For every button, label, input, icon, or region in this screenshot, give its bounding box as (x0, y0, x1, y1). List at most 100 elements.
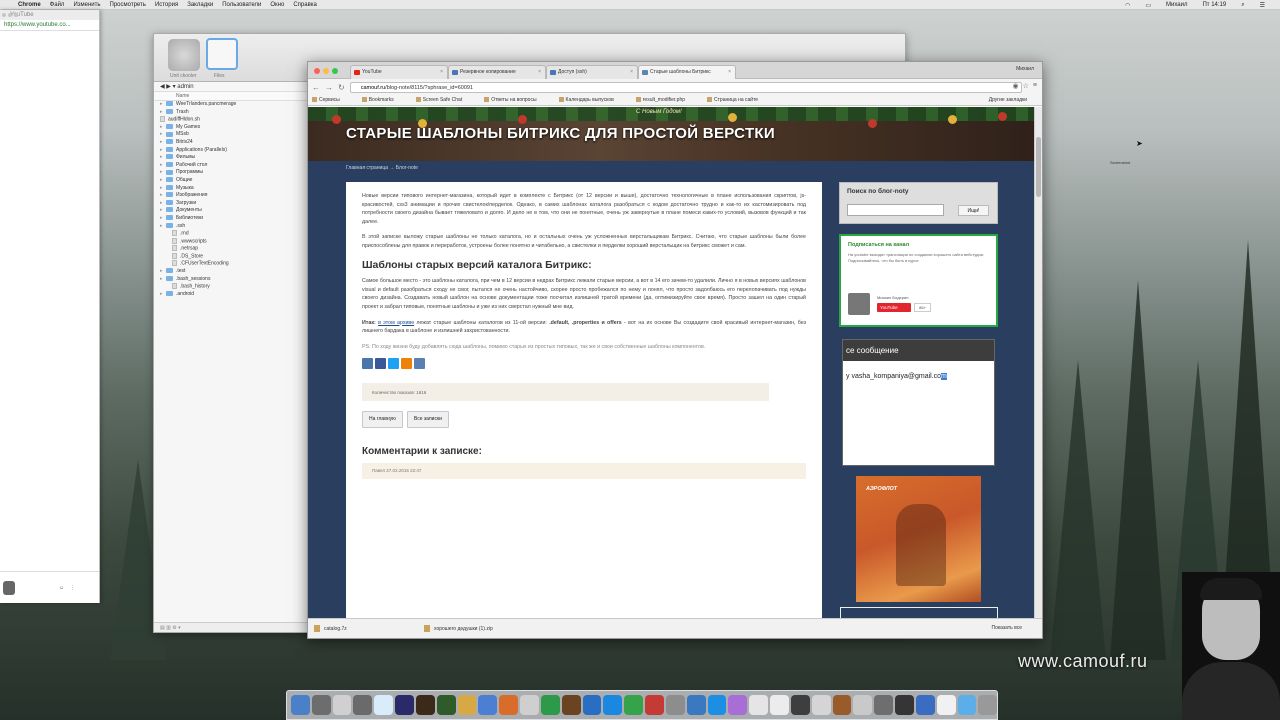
dock-app-icon[interactable] (603, 695, 623, 715)
download-item[interactable]: catalog.7z (314, 625, 424, 632)
forward-icon[interactable]: → (325, 83, 333, 92)
site-logo[interactable]: С Новым Годом! (636, 109, 682, 115)
extension-icon[interactable]: ◉ (1013, 82, 1019, 90)
footer-emoji-icon[interactable]: ☺ (59, 585, 64, 591)
odnoklassniki-icon[interactable] (401, 358, 412, 370)
zoom-icon[interactable] (332, 68, 338, 74)
dock-app-icon[interactable] (749, 695, 769, 715)
menu-user[interactable]: Михаил (1166, 2, 1187, 8)
dock-app-icon[interactable] (582, 695, 602, 715)
bookmark-item[interactable]: Screen Safe Chat (415, 97, 473, 103)
battery-icon[interactable]: ▭ (1145, 2, 1151, 9)
dock-app-icon[interactable] (332, 695, 352, 715)
menu-clock[interactable]: Пт 14:19 (1202, 2, 1226, 8)
dock-app-icon[interactable] (790, 695, 810, 715)
menu-item-help[interactable]: Справка (293, 2, 317, 8)
page-scrollbar[interactable] (1034, 107, 1042, 619)
address-bar[interactable]: https://www.youtube.co... (0, 20, 99, 31)
dock-app-icon[interactable] (728, 695, 748, 715)
tab-close-icon[interactable]: × (538, 66, 541, 79)
dock-app-icon[interactable] (665, 695, 685, 715)
bookmark-item[interactable]: Bookmarks (361, 97, 405, 103)
avatar[interactable] (3, 580, 15, 595)
window-controls[interactable] (2, 13, 18, 17)
channel-avatar[interactable] (848, 293, 870, 315)
dock-app-icon[interactable] (957, 695, 977, 715)
menu-item-history[interactable]: История (155, 2, 178, 8)
bookmark-item[interactable]: result_modifier.php (635, 97, 696, 103)
dock-app-icon[interactable] (353, 695, 373, 715)
notification-icon[interactable]: ☰ (1260, 2, 1265, 9)
dock-app-icon[interactable] (624, 695, 644, 715)
reload-icon[interactable]: ↻ (338, 83, 345, 92)
dock-app-icon[interactable] (707, 695, 727, 715)
menu-item-file[interactable]: Файл (50, 2, 65, 8)
files-icon[interactable] (206, 38, 238, 70)
dock-app-icon[interactable] (374, 695, 394, 715)
message-text[interactable]: y vasha_kompaniya@gmail.com (843, 361, 994, 380)
search-input[interactable] (847, 204, 944, 216)
dock-app-icon[interactable] (645, 695, 664, 715)
dock-app-icon[interactable] (853, 695, 873, 715)
menu-item-view[interactable]: Просмотреть (110, 2, 146, 8)
more-icon[interactable]: ⋮ (70, 585, 75, 591)
dock-app-icon[interactable] (415, 695, 435, 715)
dock-app-icon[interactable] (478, 695, 498, 715)
dock-app-icon[interactable] (686, 695, 706, 715)
dock-app-icon[interactable] (291, 695, 310, 715)
dock-app-icon[interactable] (436, 695, 456, 715)
dock-app-icon[interactable] (874, 695, 894, 715)
dock-app-icon[interactable] (499, 695, 519, 715)
menu-item-users[interactable]: Пользователи (222, 2, 261, 8)
tab-close-icon[interactable]: × (440, 66, 443, 79)
dock-app-icon[interactable] (936, 695, 956, 715)
youtube-subscribe-button[interactable]: YouTube (877, 303, 911, 312)
show-all-downloads[interactable]: Показать все (991, 625, 1022, 631)
mail-icon[interactable] (414, 358, 425, 370)
scrollbar-thumb[interactable] (1036, 137, 1041, 197)
dock-app-icon[interactable] (915, 695, 935, 715)
tab-youtube[interactable]: YouTube × (350, 65, 448, 79)
tab-backup[interactable]: Резервное копирование × (448, 65, 546, 79)
bookmark-item[interactable]: Календарь выпусков (558, 97, 625, 103)
search-button[interactable]: Ищи! (958, 205, 989, 216)
window-controls[interactable] (314, 68, 338, 74)
tab-old-templates[interactable]: Старые шаблоны Битрикс × (638, 65, 736, 79)
disk-icon[interactable] (168, 39, 200, 71)
dock-app-icon[interactable] (457, 695, 477, 715)
archive-link[interactable]: в этом архиве (378, 320, 414, 326)
home-button[interactable]: На главную (362, 411, 403, 428)
dock-app-icon[interactable] (832, 695, 852, 715)
all-notes-button[interactable]: Все записки (406, 411, 449, 428)
desktop-file-label[interactable]: Screenshot (1110, 160, 1130, 165)
dock-app-icon[interactable] (520, 695, 539, 715)
bookmark-item[interactable]: Страница на сайте (707, 97, 769, 103)
close-icon[interactable] (314, 68, 320, 74)
back-icon[interactable]: ← (312, 83, 320, 92)
minimize-icon[interactable] (323, 68, 329, 74)
tab-close-icon[interactable]: × (630, 66, 633, 79)
dock-app-icon[interactable] (770, 695, 789, 715)
menu-item-bookmarks[interactable]: Закладки (187, 2, 213, 8)
profile-name[interactable]: Михаил (1016, 66, 1034, 72)
other-bookmarks[interactable]: Другие закладки (989, 97, 1027, 103)
dock-app-icon[interactable] (561, 695, 581, 715)
menu-app-name[interactable]: Chrome (18, 2, 41, 8)
facebook-icon[interactable] (375, 358, 386, 370)
menu-icon[interactable]: ≡ (1033, 82, 1037, 90)
tab-close-icon[interactable]: × (728, 66, 731, 79)
bookmark-star-icon[interactable]: ☆ (1023, 82, 1029, 90)
bookmark-item[interactable]: Ответы на вопросы (484, 97, 547, 103)
dock-app-icon[interactable] (311, 695, 331, 715)
menu-item-window[interactable]: Окно (270, 2, 284, 8)
download-item[interactable]: хорошего дедушки (1).zip (424, 625, 534, 632)
bookmark-item[interactable]: Сервисы (312, 97, 351, 103)
wifi-icon[interactable]: ◠ (1125, 2, 1130, 9)
dock-app-icon[interactable] (540, 695, 560, 715)
vk-icon[interactable] (362, 358, 373, 370)
search-icon[interactable]: ⌕ (1241, 2, 1244, 9)
menu-item-edit[interactable]: Изменить (73, 2, 100, 8)
dock-app-icon[interactable] (895, 695, 914, 715)
breadcrumb[interactable]: Главная страница → Блог-note (346, 165, 418, 171)
dock-app-icon[interactable] (811, 695, 831, 715)
